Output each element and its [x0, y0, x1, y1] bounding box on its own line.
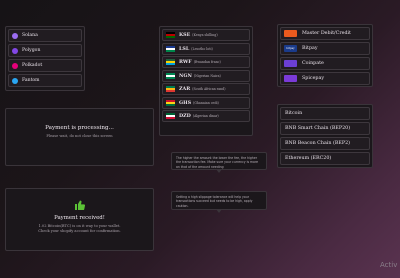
network-option[interactable]: Fantom — [8, 74, 82, 87]
received-title: Payment received! — [54, 215, 105, 221]
polygon-icon — [12, 47, 18, 54]
payment-method-option[interactable]: Master Debit/Credit — [280, 27, 370, 40]
currency-name: (Ghanaian cedi) — [193, 100, 219, 105]
polkadot-icon — [12, 62, 18, 69]
network-label: Fantom — [22, 78, 40, 83]
currency-option[interactable]: NGN (Nigerian Naira) — [162, 69, 250, 82]
currency-option[interactable]: GHS (Ghanaian cedi) — [162, 96, 250, 109]
currency-code: DZD — [179, 113, 191, 119]
currency-code: GHS — [179, 99, 192, 106]
chain-label: Ethereum (ERC20) — [285, 156, 332, 161]
flag-icon — [166, 99, 175, 106]
currency-code: ZAR — [179, 86, 191, 92]
currency-name: (Algerian dinar) — [192, 114, 219, 118]
currency-option[interactable]: LSL (Lesotho loti) — [162, 42, 250, 55]
currency-name: (Kenya shilling) — [192, 33, 218, 37]
payment-method-option[interactable]: Coinpate — [280, 57, 370, 70]
currency-option[interactable]: RWF (Rwandan franc) — [162, 56, 250, 68]
chain-option[interactable]: BNB Beacon Chain (BEP2) — [280, 137, 370, 150]
currency-name: (Nigerian Naira) — [193, 73, 221, 78]
currency-option[interactable]: KSE (Kenya shilling) — [162, 29, 250, 41]
network-label: Polkadot — [22, 63, 43, 68]
currency-code: RWF — [179, 59, 192, 65]
currency-name: (Lesotho loti) — [191, 46, 213, 51]
chain-list: Bitcoin BNB Smart Chain (BEP20) BNB Beacon… — [277, 104, 373, 168]
currency-code: NGN — [179, 72, 192, 79]
activation-watermark: Activ — [380, 261, 398, 269]
payment-method-option[interactable]: Spicepay — [280, 72, 370, 85]
payment-method-label: Bitpay — [302, 46, 318, 51]
processing-subtitle: Please wait, do not close this screen — [46, 134, 113, 138]
mastercard-icon — [284, 30, 297, 37]
payment-method-option[interactable]: bitpay Bitpay — [280, 42, 370, 55]
payment-received-card: Payment received! 1.02 Bitcoin(BTC) is o… — [5, 188, 154, 251]
network-label: Solana — [22, 33, 38, 38]
currency-list: KSE (Kenya shilling) LSL (Lesotho loti) RWF(… — [159, 26, 253, 136]
chain-label: BNB Beacon Chain (BEP2) — [285, 141, 351, 146]
chain-label: BNB Smart Chain (BEP20) — [285, 126, 351, 131]
flag-icon — [166, 72, 175, 79]
payment-method-label: Master Debit/Credit — [302, 31, 351, 36]
spicepay-icon — [284, 75, 297, 82]
received-line-2: Check your shopify account for confirmat… — [38, 229, 121, 233]
flag-icon — [166, 113, 175, 119]
currency-option[interactable]: ZAR (South African rand) — [162, 83, 250, 95]
bitpay-icon: bitpay — [284, 45, 297, 52]
flag-icon — [166, 45, 175, 52]
network-option[interactable]: Polygon — [8, 44, 82, 57]
coinpate-icon — [284, 60, 297, 67]
solana-icon — [12, 32, 18, 39]
flag-icon — [166, 86, 175, 92]
network-list: Solana Polygon Polkadot Fantom — [5, 26, 85, 91]
slippage-tooltip: Setting a high slippage tolerance will h… — [171, 191, 267, 213]
currency-name: (South African rand) — [192, 87, 226, 91]
network-option[interactable]: Solana — [8, 29, 82, 42]
network-option[interactable]: Polkadot — [8, 59, 82, 72]
payment-method-label: Spicepay — [302, 76, 325, 81]
network-label: Polygon — [22, 48, 41, 53]
payment-method-label: Coinpate — [302, 61, 324, 66]
chain-option[interactable]: Ethereum (ERC20) — [280, 152, 370, 165]
currency-code: KSE — [179, 32, 191, 38]
fee-tooltip: The higher the amount the lower the fee,… — [171, 152, 267, 173]
currency-option[interactable]: DZD (Algerian dinar) — [162, 110, 250, 122]
thumbs-up-icon — [74, 200, 85, 210]
currency-code: LSL — [179, 45, 190, 52]
processing-title: Payment is processing... — [45, 125, 114, 131]
flag-icon — [166, 59, 175, 65]
chain-option[interactable]: BNB Smart Chain (BEP20) — [280, 122, 370, 135]
currency-name: (Rwandan franc) — [193, 60, 221, 64]
flag-icon — [166, 32, 175, 38]
chain-option[interactable]: Bitcoin — [280, 107, 370, 120]
payment-method-list: Master Debit/Credit bitpay Bitpay Coinpate S… — [277, 24, 373, 87]
fantom-icon — [12, 77, 18, 84]
chain-label: Bitcoin — [285, 111, 303, 116]
payment-processing-card: Payment is processing... Please wait, do… — [5, 108, 154, 166]
